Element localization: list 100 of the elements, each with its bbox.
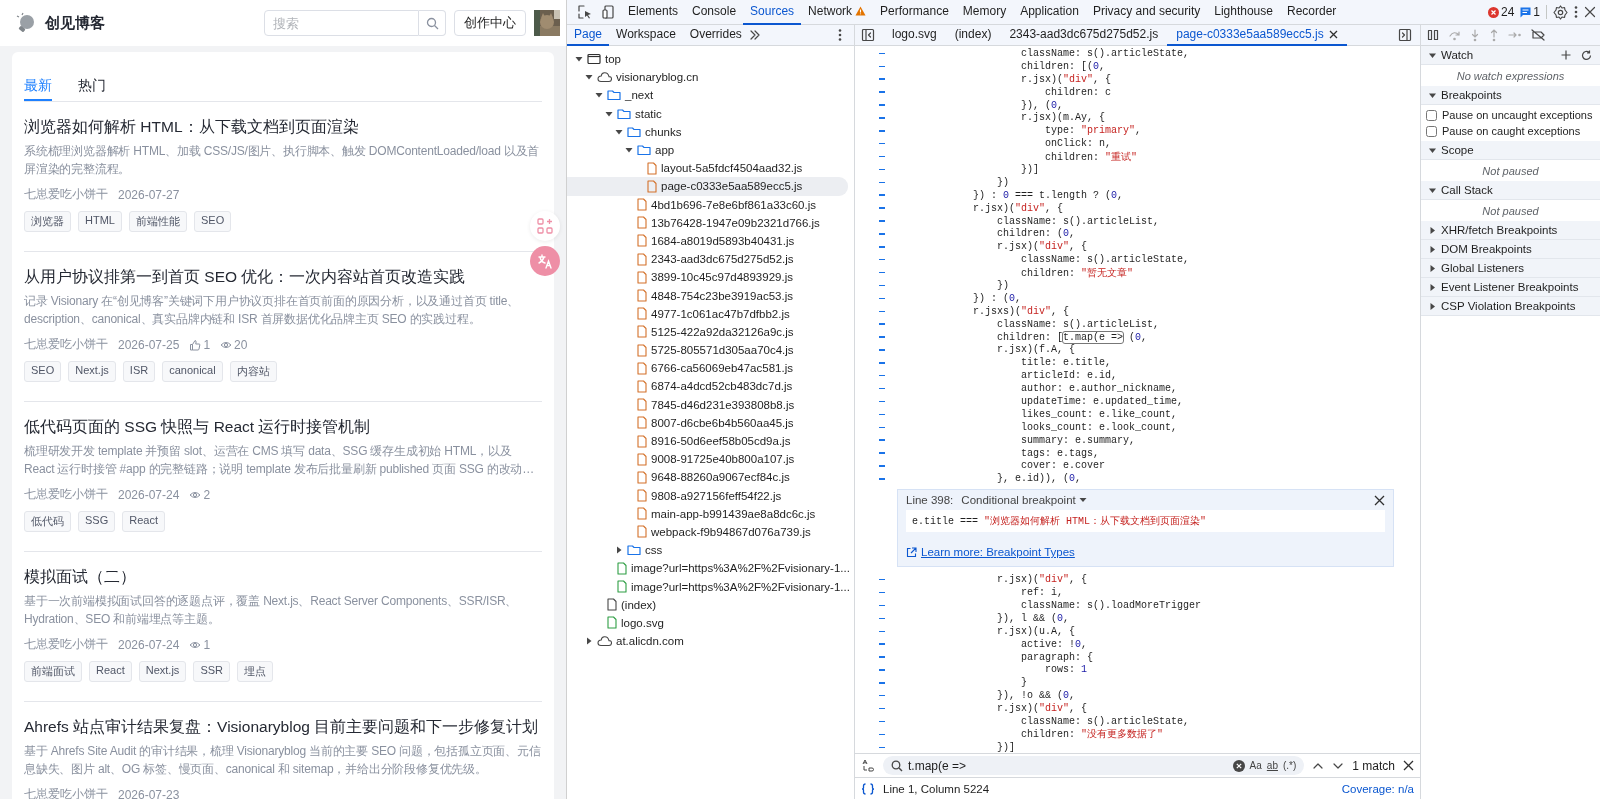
article-title[interactable]: 低代码页面的 SSG 快照与 React 运行时接管机制 <box>24 416 542 438</box>
panel-tab[interactable]: Lighthouse <box>1207 0 1280 25</box>
pause-icon[interactable] <box>1427 29 1439 41</box>
panel-tab[interactable]: Application <box>1013 0 1086 25</box>
file-tree-item[interactable]: 5125-422a92da32126a9c.js <box>567 322 848 341</box>
more-options-icon[interactable] <box>1574 5 1578 19</box>
panel-tab[interactable]: Memory <box>955 0 1014 25</box>
file-tab[interactable]: page-c0333e5aa589ecc5.js <box>1167 24 1347 46</box>
tag[interactable]: 埋点 <box>237 661 273 682</box>
file-tree-item[interactable]: main-app-b991439ae8a8dc6c.js <box>567 504 848 523</box>
toggle-navigator-icon[interactable] <box>861 28 875 42</box>
tag[interactable]: Next.js <box>138 661 187 682</box>
file-tree-item[interactable]: app <box>567 140 848 160</box>
option-label[interactable]: Pause on caught exceptions <box>1442 125 1581 137</box>
file-tree-item[interactable]: logo.svg <box>567 613 848 632</box>
file-tree-item[interactable]: 3899-10c45c97d4893929.js <box>567 268 848 287</box>
file-tree-item[interactable]: webpack-f9b94867d076a739.js <box>567 522 848 542</box>
file-tree-item[interactable]: top <box>567 50 848 69</box>
panel-tab[interactable]: Console <box>685 0 744 25</box>
tag[interactable]: 前端性能 <box>128 211 187 232</box>
file-tab[interactable]: 2343-aad3dc675d275d52.js <box>1000 24 1168 46</box>
file-tree-item[interactable]: (index) <box>567 595 848 614</box>
expanded-arrow-icon[interactable] <box>585 73 593 82</box>
expanded-arrow-icon[interactable] <box>575 55 583 64</box>
file-tree-item[interactable]: static <box>567 104 848 123</box>
navigator-tab[interactable]: Overrides <box>682 24 749 46</box>
close-icon[interactable] <box>1328 29 1338 39</box>
file-tree-item[interactable]: image?url=https%3A%2F%2Fvisionary-1... <box>567 577 848 596</box>
search-field[interactable]: t.map(e => Aa ab (.*) <box>883 756 1305 775</box>
panel-tab[interactable]: Privacy and security <box>1085 0 1208 25</box>
file-tab[interactable]: logo.svg <box>883 24 946 46</box>
file-tree-item[interactable]: 8007-d6cbe6b4b560aa45.js <box>567 413 848 432</box>
article-title[interactable]: 模拟面试（二） <box>24 566 542 588</box>
tag[interactable]: SEO <box>193 211 232 232</box>
close-icon[interactable] <box>1374 494 1385 506</box>
expanded-arrow-icon[interactable] <box>595 91 603 100</box>
external-link-icon[interactable] <box>906 546 917 558</box>
file-tab[interactable]: (index) <box>945 24 1001 46</box>
file-tree-item[interactable]: css <box>567 541 848 560</box>
navigator-tab[interactable]: Workspace <box>609 24 683 46</box>
section-header[interactable]: Call Stack <box>1421 181 1600 200</box>
device-toolbar-icon[interactable] <box>602 5 616 19</box>
section-header[interactable]: Breakpoints <box>1421 86 1600 105</box>
pretty-print-icon[interactable] <box>861 782 875 795</box>
panel-tab[interactable]: Recorder <box>1279 0 1344 25</box>
close-icon[interactable] <box>1403 760 1414 771</box>
panel-tab[interactable]: Performance <box>873 0 956 25</box>
panel-tab[interactable]: Network <box>801 0 874 25</box>
message-count-button[interactable]: 1 <box>1520 5 1540 19</box>
file-tree-item[interactable]: 9008-91725e40b800a107.js <box>567 450 848 469</box>
clear-icon[interactable] <box>1232 759 1245 772</box>
file-tree-item[interactable]: 9648-88260a9067ecf84c.js <box>567 468 848 487</box>
feed-tab[interactable]: 最新 <box>24 64 52 101</box>
article-title[interactable]: Ahrefs 站点审计结果复盘：Visionaryblog 目前主要问题和下一步修复计划 <box>24 716 542 738</box>
search-button[interactable] <box>419 10 446 36</box>
section-header[interactable]: Scope <box>1421 141 1600 160</box>
tag[interactable]: React <box>89 661 132 682</box>
file-tree-item[interactable]: visionaryblog.cn <box>567 68 848 87</box>
more-options-icon[interactable] <box>838 28 842 42</box>
search-field[interactable]: 搜索 <box>264 10 419 36</box>
expanded-arrow-icon[interactable] <box>625 146 633 155</box>
settings-icon[interactable] <box>1553 4 1568 20</box>
section-header[interactable]: Watch <box>1421 46 1600 65</box>
checkbox[interactable] <box>1426 125 1437 137</box>
inspect-icon[interactable] <box>578 5 592 19</box>
tag[interactable]: React <box>122 511 165 532</box>
tag[interactable]: canonical <box>162 361 223 382</box>
toggle-debugger-icon[interactable] <box>1398 28 1412 42</box>
refresh-icon[interactable] <box>1581 49 1592 61</box>
file-tree-item[interactable]: 2343-aad3dc675d275d52.js <box>567 250 848 269</box>
error-count-button[interactable]: 24 <box>1487 5 1515 19</box>
create-button[interactable]: 创作中心 <box>454 10 526 36</box>
search-option-toggle[interactable]: ab <box>1266 760 1278 771</box>
coverage-link[interactable]: Coverage: n/a <box>1341 782 1414 795</box>
file-tree-item[interactable]: 13b76428-1947e09b2321d766.js <box>567 213 848 232</box>
file-tree-item[interactable]: 9808-a927156feff54f22.js <box>567 486 848 505</box>
file-tree-item[interactable]: layout-5a5fdcf4504aad32.js <box>567 159 848 178</box>
deactivate-breakpoints-icon[interactable] <box>1531 29 1546 41</box>
tag[interactable]: 浏览器 <box>24 211 71 232</box>
feed-tab[interactable]: 热门 <box>78 64 106 101</box>
collapsed-arrow-icon[interactable] <box>615 546 623 555</box>
file-tree-item[interactable]: page-c0333e5aa589ecc5.js <box>567 177 848 196</box>
add-icon[interactable] <box>1561 50 1571 60</box>
article-title[interactable]: 浏览器如何解析 HTML：从下载文档到页面渲染 <box>24 116 542 138</box>
tag[interactable]: 前端面试 <box>24 661 82 682</box>
section-header[interactable]: CSP Violation Breakpoints <box>1421 297 1600 316</box>
close-icon[interactable] <box>1584 6 1596 18</box>
option-label[interactable]: Pause on uncaught exceptions <box>1442 109 1593 121</box>
expanded-arrow-icon[interactable] <box>615 127 623 136</box>
expanded-arrow-icon[interactable] <box>605 109 613 118</box>
file-tree-item[interactable]: at.alicdn.com <box>567 632 848 651</box>
file-tree-item[interactable]: _next <box>567 86 848 105</box>
tag[interactable]: SEO <box>24 361 62 382</box>
tag[interactable]: HTML <box>78 211 122 232</box>
file-tree-item[interactable]: 8916-50d6eef58b05cd9a.js <box>567 431 848 451</box>
file-tree-item[interactable]: 4bd1b696-7e8e6bf861a33c60.js <box>567 195 848 214</box>
file-tree-item[interactable]: 5725-805571d305aa70c4.js <box>567 341 848 360</box>
file-tree-item[interactable]: 4977-1c061ac47b7dfbb2.js <box>567 304 848 323</box>
learn-more-link[interactable]: Learn more: Breakpoint Types <box>921 546 1075 559</box>
navigator-tab[interactable]: Page <box>567 24 610 46</box>
